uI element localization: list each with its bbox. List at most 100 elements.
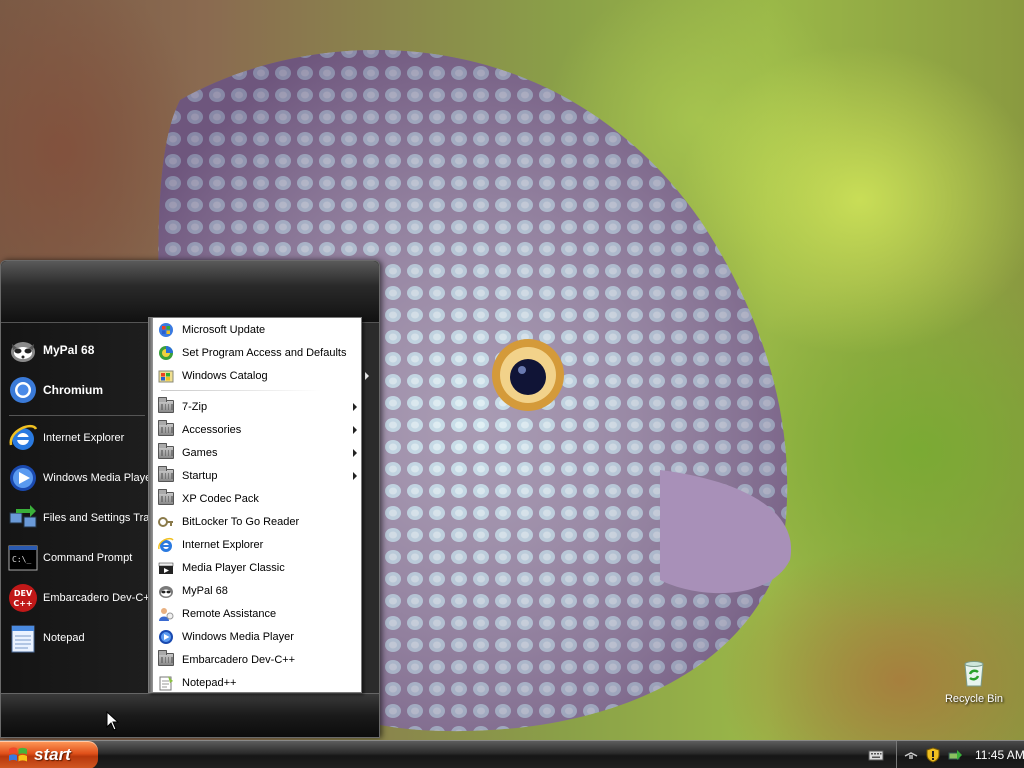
notepad-icon [7, 622, 39, 654]
menu-item-label: Windows Media Player [182, 630, 294, 643]
menu-item-label: XP Codec Pack [182, 492, 259, 505]
recent-item-label: Notepad [43, 631, 85, 644]
pinned-item-label: Chromium [43, 382, 103, 397]
menu-item-media-player-classic[interactable]: Media Player Classic [155, 556, 359, 579]
menu-item-remote-assistance[interactable]: Remote Assistance [155, 602, 359, 625]
menu-item-label: MyPal 68 [182, 584, 228, 597]
notepadpp-icon [157, 674, 175, 692]
chevron-right-icon [353, 403, 357, 411]
menu-item-embarcadero-devcpp[interactable]: Embarcadero Dev-C++ [155, 648, 359, 671]
menu-item-windows-media-player[interactable]: Windows Media Player [155, 625, 359, 648]
svg-text:DEV: DEV [14, 589, 33, 598]
system-tray: 11:45 AM [896, 741, 1024, 768]
menu-item-bitlocker-reader[interactable]: BitLocker To Go Reader [155, 510, 359, 533]
svg-text:C:\_: C:\_ [12, 555, 31, 564]
menu-item-label: BitLocker To Go Reader [182, 515, 300, 528]
menu-item-label: 7-Zip [182, 400, 208, 413]
pinned-item-label: MyPal 68 [43, 342, 95, 357]
svg-text:C++: C++ [13, 599, 32, 608]
menu-item-windows-catalog[interactable]: Windows Catalog [155, 364, 359, 387]
recycle-bin-label: Recycle Bin [944, 693, 1004, 705]
bitlocker-icon [157, 513, 175, 531]
windows-logo-icon [9, 747, 27, 762]
recent-item-transfer-wizard[interactable]: Files and Settings Transfer Wizard [7, 499, 149, 537]
clock[interactable]: 11:45 AM [975, 748, 1024, 762]
menu-separator [161, 390, 321, 391]
menu-item-label: Embarcadero Dev-C++ [182, 653, 296, 666]
mypal-icon [157, 582, 175, 600]
folder-icon [157, 420, 175, 439]
folder-icon [157, 443, 175, 462]
menu-item-label: Microsoft Update [182, 323, 266, 336]
menu-item-program-access[interactable]: Set Program Access and Defaults [155, 341, 359, 364]
devcpp-icon: DEV C++ [7, 582, 39, 614]
menu-item-label: Games [182, 446, 218, 459]
recent-item-label: Windows Media Player [43, 471, 149, 484]
command-prompt-icon: C:\_ [7, 542, 39, 574]
menu-item-label: Set Program Access and Defaults [182, 346, 347, 359]
recent-item-internet-explorer[interactable]: Internet Explorer [7, 419, 149, 457]
menu-item-label: Accessories [182, 423, 242, 436]
folder-icon [157, 650, 175, 669]
windows-catalog-icon [157, 367, 175, 385]
network-icon[interactable] [903, 747, 919, 763]
internet-explorer-icon [157, 536, 175, 554]
safely-remove-hardware-icon[interactable] [947, 747, 963, 763]
menu-item-internet-explorer[interactable]: Internet Explorer [155, 533, 359, 556]
chevron-right-icon [353, 426, 357, 434]
microsoft-update-icon [157, 321, 175, 339]
menu-item-xp-codec-pack[interactable]: XP Codec Pack [155, 487, 359, 510]
menu-item-notepadpp[interactable]: Notepad++ [155, 671, 359, 694]
recent-item-devcpp[interactable]: DEV C++ Embarcadero Dev-C++ [7, 579, 149, 617]
menu-item-label: Remote Assistance [182, 607, 277, 620]
start-menu-left-pane: MyPal 68 Chromium Internet Explorer Wind… [1, 323, 149, 695]
chevron-right-icon [353, 449, 357, 457]
windows-media-player-icon [7, 462, 39, 494]
menu-item-label: Notepad++ [182, 676, 237, 689]
start-menu-footer [1, 693, 379, 737]
mouse-cursor-icon [106, 711, 120, 731]
start-menu-separator [9, 415, 145, 416]
remote-assistance-icon [157, 605, 175, 623]
recent-item-label: Files and Settings Transfer Wizard [43, 511, 149, 524]
menu-item-label: Internet Explorer [182, 538, 264, 551]
menu-item-7zip[interactable]: 7-Zip [155, 395, 359, 418]
program-access-icon [157, 344, 175, 362]
pinned-item-chromium[interactable]: Chromium [7, 371, 149, 409]
start-menu-header [1, 261, 379, 323]
folder-icon [157, 397, 175, 416]
recycle-bin-icon [964, 661, 984, 687]
recent-item-label: Embarcadero Dev-C++ [43, 591, 149, 604]
menu-item-games[interactable]: Games [155, 441, 359, 464]
windows-media-player-icon [157, 628, 175, 646]
recent-item-windows-media-player[interactable]: Windows Media Player [7, 459, 149, 497]
recent-item-label: Command Prompt [43, 551, 133, 564]
menu-item-mypal[interactable]: MyPal 68 [155, 579, 359, 602]
recent-item-label: Internet Explorer [43, 431, 125, 444]
start-button[interactable]: start [0, 741, 98, 768]
folder-icon [157, 489, 175, 508]
folder-icon [157, 466, 175, 485]
chevron-right-icon [353, 472, 357, 480]
chevron-right-icon [365, 372, 369, 380]
menu-item-label: Media Player Classic [182, 561, 285, 574]
recent-item-notepad[interactable]: Notepad [7, 619, 149, 657]
taskbar: start 11:45 AM [0, 740, 1024, 768]
internet-explorer-icon [7, 422, 39, 454]
security-shield-icon[interactable] [925, 747, 941, 763]
recycle-bin[interactable]: Recycle Bin [938, 656, 1010, 705]
menu-item-accessories[interactable]: Accessories [155, 418, 359, 441]
menu-item-microsoft-update[interactable]: Microsoft Update [155, 318, 359, 341]
start-label: start [34, 745, 71, 764]
pinned-item-mypal[interactable]: MyPal 68 [7, 331, 149, 369]
transfer-wizard-icon [7, 502, 39, 534]
all-programs-menu: Microsoft Update Set Program Access and … [148, 317, 362, 693]
recent-item-command-prompt[interactable]: C:\_ Command Prompt [7, 539, 149, 577]
media-player-classic-icon [157, 559, 175, 577]
keyboard-icon[interactable] [868, 747, 884, 763]
mypal-icon [7, 334, 39, 366]
menu-item-label: Windows Catalog [182, 369, 268, 382]
menu-item-startup[interactable]: Startup [155, 464, 359, 487]
menu-item-label: Startup [182, 469, 218, 482]
chromium-icon [7, 374, 39, 406]
